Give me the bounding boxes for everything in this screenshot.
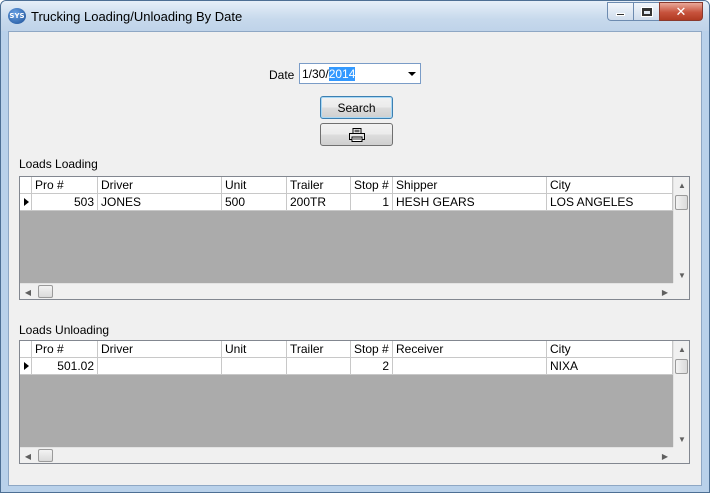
table-row[interactable]: 503 JONES 500 200TR 1 HESH GEARS LOS ANG…	[20, 194, 673, 211]
close-button[interactable]: ✕	[659, 2, 703, 21]
printer-icon	[348, 127, 365, 142]
date-value[interactable]: 1/30/2014	[300, 66, 356, 81]
column-header-stop[interactable]: Stop #	[351, 341, 393, 358]
loads-loading-grid: Pro # Driver Unit Trailer Stop # Shipper…	[19, 176, 690, 300]
print-button[interactable]	[320, 123, 393, 146]
grid-header: Pro # Driver Unit Trailer Stop # Shipper…	[20, 177, 673, 194]
cell-pro[interactable]: 503	[32, 194, 98, 211]
window-controls: ✕	[607, 2, 703, 21]
truck-app-icon[interactable]: SYS	[8, 8, 26, 24]
date-picker[interactable]: 1/30/2014	[299, 63, 421, 84]
grid-inner: Pro # Driver Unit Trailer Stop # Receive…	[20, 341, 689, 463]
cell-trailer[interactable]	[287, 358, 351, 375]
column-header-city[interactable]: City	[547, 341, 673, 358]
column-header-stop[interactable]: Stop #	[351, 177, 393, 194]
cell-city[interactable]: NIXA	[547, 358, 673, 375]
date-value-prefix: 1/30/	[302, 66, 329, 81]
column-header-unit[interactable]: Unit	[222, 341, 287, 358]
scrollbar-corner	[673, 447, 689, 463]
grid-inner: Pro # Driver Unit Trailer Stop # Shipper…	[20, 177, 689, 299]
column-header-pro[interactable]: Pro #	[32, 341, 98, 358]
cell-city[interactable]: LOS ANGELES	[547, 194, 673, 211]
scrollbar-corner	[673, 283, 689, 299]
title-bar[interactable]: SYS Trucking Loading/Unloading By Date ✕	[1, 1, 709, 31]
client-area: Date 1/30/2014 Search Loads Loading Pro …	[8, 31, 702, 486]
cell-trailer[interactable]: 200TR	[287, 194, 351, 211]
search-button[interactable]: Search	[320, 96, 393, 119]
chevron-down-icon[interactable]	[408, 72, 416, 76]
horizontal-scrollbar[interactable]: ◀ ▶	[20, 447, 673, 463]
cell-driver[interactable]: JONES	[98, 194, 222, 211]
cell-unit[interactable]	[222, 358, 287, 375]
cell-receiver[interactable]	[393, 358, 547, 375]
vertical-scrollbar[interactable]: ▲ ▼	[673, 177, 689, 283]
scroll-up-icon[interactable]: ▲	[674, 341, 690, 357]
column-header-receiver[interactable]: Receiver	[393, 341, 547, 358]
loads-unloading-grid: Pro # Driver Unit Trailer Stop # Receive…	[19, 340, 690, 464]
close-icon: ✕	[675, 4, 687, 19]
scroll-left-icon[interactable]: ◀	[20, 284, 36, 300]
cell-unit[interactable]: 500	[222, 194, 287, 211]
vertical-scrollbar[interactable]: ▲ ▼	[673, 341, 689, 447]
date-value-selected: 2014	[328, 66, 356, 81]
grid-body: Pro # Driver Unit Trailer Stop # Receive…	[20, 341, 673, 447]
column-header-trailer[interactable]: Trailer	[287, 177, 351, 194]
column-header-driver[interactable]: Driver	[98, 177, 222, 194]
column-header-pro[interactable]: Pro #	[32, 177, 98, 194]
scroll-up-icon[interactable]: ▲	[674, 177, 690, 193]
column-header-trailer[interactable]: Trailer	[287, 341, 351, 358]
horizontal-scroll-thumb[interactable]	[38, 449, 53, 462]
loads-loading-label: Loads Loading	[19, 157, 98, 171]
maximize-button[interactable]	[633, 2, 659, 21]
grid-header: Pro # Driver Unit Trailer Stop # Receive…	[20, 341, 673, 358]
scroll-right-icon[interactable]: ▶	[657, 284, 673, 300]
current-row-indicator-icon[interactable]	[20, 194, 32, 211]
scroll-down-icon[interactable]: ▼	[674, 431, 690, 447]
scroll-down-icon[interactable]: ▼	[674, 267, 690, 283]
scroll-left-icon[interactable]: ◀	[20, 448, 36, 464]
cell-shipper[interactable]: HESH GEARS	[393, 194, 547, 211]
main-window: SYS Trucking Loading/Unloading By Date ✕…	[0, 0, 710, 493]
minimize-icon	[616, 13, 625, 16]
horizontal-scrollbar[interactable]: ◀ ▶	[20, 283, 673, 299]
date-label: Date	[269, 68, 295, 82]
vertical-scroll-thumb[interactable]	[675, 359, 688, 374]
row-header-corner	[20, 177, 32, 194]
vertical-scroll-thumb[interactable]	[675, 195, 688, 210]
scroll-right-icon[interactable]: ▶	[657, 448, 673, 464]
grid-body: Pro # Driver Unit Trailer Stop # Shipper…	[20, 177, 673, 283]
column-header-city[interactable]: City	[547, 177, 673, 194]
cell-pro[interactable]: 501.02	[32, 358, 98, 375]
cell-stop[interactable]: 1	[351, 194, 393, 211]
window-title: Trucking Loading/Unloading By Date	[31, 9, 243, 24]
column-header-unit[interactable]: Unit	[222, 177, 287, 194]
column-header-shipper[interactable]: Shipper	[393, 177, 547, 194]
column-header-driver[interactable]: Driver	[98, 341, 222, 358]
minimize-button[interactable]	[607, 2, 633, 21]
current-row-indicator-icon[interactable]	[20, 358, 32, 375]
loads-unloading-label: Loads Unloading	[19, 323, 110, 337]
row-header-corner	[20, 341, 32, 358]
horizontal-scroll-thumb[interactable]	[38, 285, 53, 298]
cell-stop[interactable]: 2	[351, 358, 393, 375]
table-row[interactable]: 501.02 2 NIXA	[20, 358, 673, 375]
maximize-icon	[640, 6, 653, 17]
cell-driver[interactable]	[98, 358, 222, 375]
